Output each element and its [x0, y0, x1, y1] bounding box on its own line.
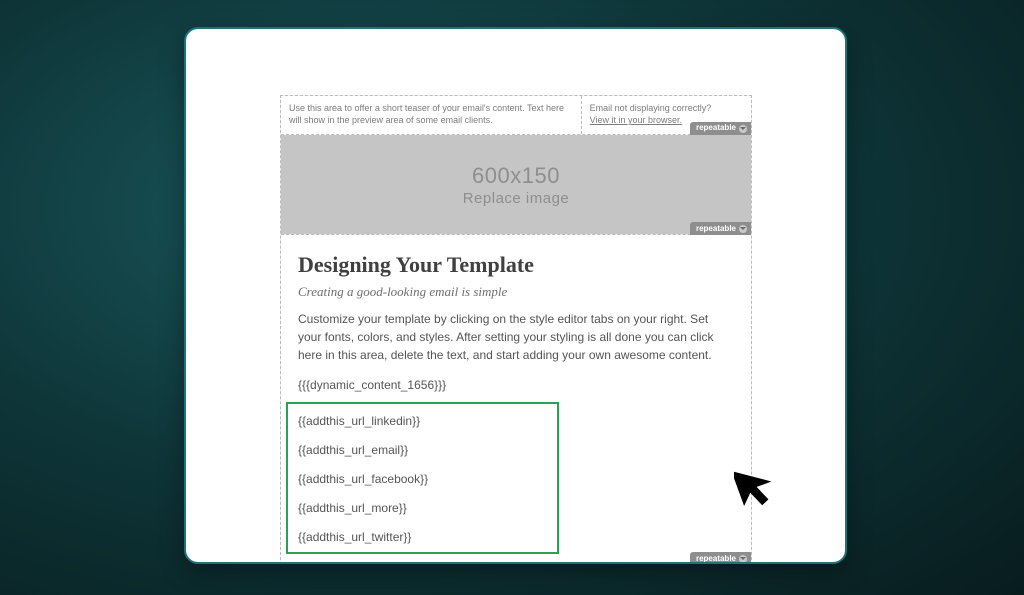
hero-dimensions: 600x150	[472, 163, 560, 189]
preheader-teaser[interactable]: Use this area to offer a short teaser of…	[281, 96, 582, 134]
dynamic-content-token: {{{dynamic_content_1656}}}	[298, 378, 734, 392]
preheader-right: Email not displaying correctly? View it …	[582, 96, 751, 134]
view-in-browser-link[interactable]: View it in your browser.	[590, 114, 682, 126]
screenshot-card: Use this area to offer a short teaser of…	[184, 27, 847, 564]
addthis-token: {{addthis_url_more}}	[298, 501, 547, 515]
template-table: Use this area to offer a short teaser of…	[280, 95, 752, 564]
hero-section: 600x150 Replace image repeatable	[281, 135, 751, 235]
repeatable-badge[interactable]: repeatable	[690, 122, 751, 135]
article-heading: Designing Your Template	[298, 252, 734, 278]
addthis-token: {{addthis_url_linkedin}}	[298, 414, 547, 428]
addthis-token: {{addthis_url_twitter}}	[298, 530, 547, 544]
repeatable-label: repeatable	[696, 554, 736, 563]
preheader-row: Use this area to offer a short teaser of…	[281, 96, 751, 135]
email-template-editor: Use this area to offer a short teaser of…	[280, 95, 752, 564]
chevron-down-icon	[739, 225, 747, 233]
content-section: Designing Your Template Creating a good-…	[281, 235, 751, 564]
repeatable-badge[interactable]: repeatable	[690, 222, 751, 235]
repeatable-badge[interactable]: repeatable	[690, 552, 751, 564]
addthis-token: {{addthis_url_email}}	[298, 443, 547, 457]
content-block[interactable]: Designing Your Template Creating a good-…	[281, 235, 751, 564]
highlighted-selection-box[interactable]: {{addthis_url_linkedin}} {{addthis_url_e…	[286, 402, 559, 554]
preheader-teaser-text: Use this area to offer a short teaser of…	[289, 103, 564, 125]
chevron-down-icon	[739, 555, 747, 563]
repeatable-label: repeatable	[696, 123, 736, 134]
hero-caption: Replace image	[463, 190, 570, 207]
addthis-token: {{addthis_url_facebook}}	[298, 472, 547, 486]
chevron-down-icon	[739, 125, 747, 133]
repeatable-label: repeatable	[696, 224, 736, 233]
article-body: Customize your template by clicking on t…	[298, 310, 734, 364]
article-subheading: Creating a good-looking email is simple	[298, 284, 734, 300]
hero-image-placeholder[interactable]: 600x150 Replace image	[281, 135, 751, 234]
preheader-notice-text: Email not displaying correctly?	[590, 103, 712, 113]
